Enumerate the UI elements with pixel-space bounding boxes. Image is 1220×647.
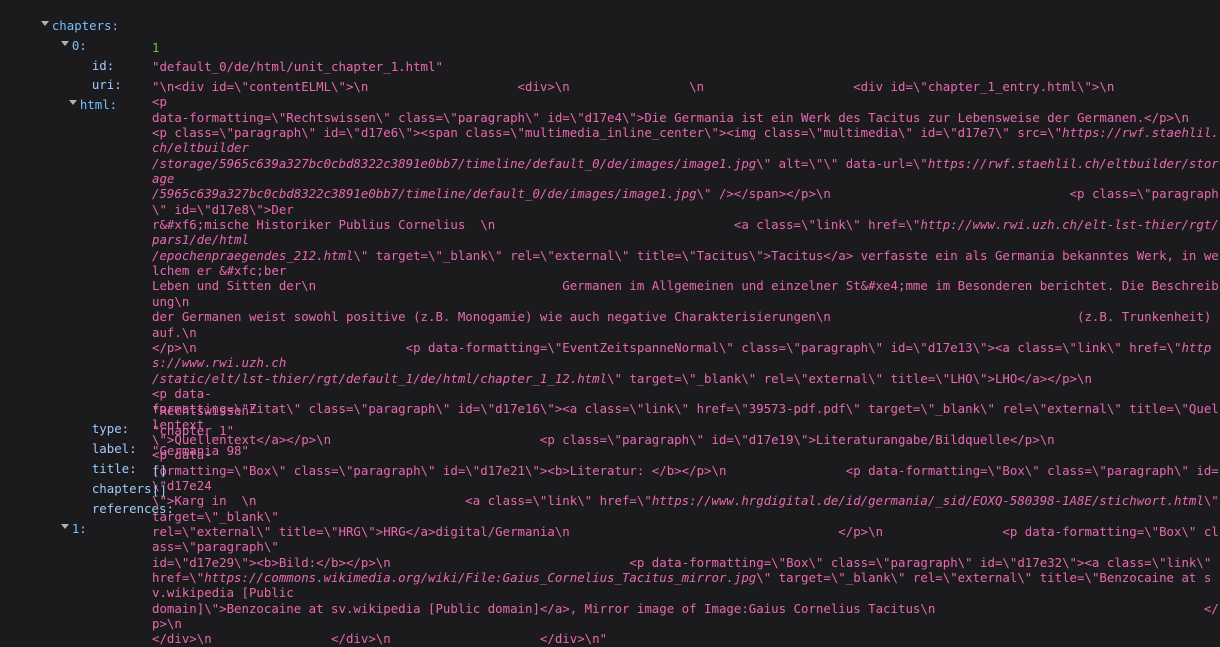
tree-key-html: html: bbox=[79, 97, 118, 113]
object-inspector[interactable]: chapters: 0: id: 1 uri: "default_0/de/ht… bbox=[0, 0, 1220, 646]
tree-row-index-1[interactable]: 1: bbox=[30, 503, 87, 552]
chevron-down-icon[interactable] bbox=[60, 518, 72, 533]
chevron-down-icon[interactable] bbox=[68, 94, 80, 109]
html-text-segment: \" target=\"_blank\" rel=\"external\" ti… bbox=[152, 370, 1219, 509]
tree-value-id: 1 bbox=[152, 40, 160, 55]
html-url-segment: https://commons.wikimedia.org/wiki/File:… bbox=[204, 570, 757, 585]
tree-value-chapters-empty: [] bbox=[152, 463, 167, 478]
html-text-segment: "\n<div id=\"contentELML\">\n <div>\n \n… bbox=[152, 79, 1189, 141]
tree-value-references: [] bbox=[152, 483, 167, 498]
html-url-segment: https://www.hrgdigital.de/id/germania/_s… bbox=[651, 493, 1204, 509]
tree-value-html: "\n<div id=\"contentELML\">\n <div>\n \n… bbox=[152, 79, 1220, 647]
tree-key-references: references: bbox=[91, 501, 174, 517]
tree-key-index-1: 1: bbox=[71, 521, 87, 537]
tree-row-html[interactable]: html: bbox=[38, 79, 117, 128]
tree-value-label: "chapter_1" bbox=[152, 423, 235, 438]
tree-value-title: "Germania 98" bbox=[152, 443, 249, 458]
html-text-segment: \" target=\"_blank\" rel=\"external\" ti… bbox=[152, 247, 1219, 355]
html-text-segment: \" alt=\"\" data-url=\" bbox=[756, 155, 928, 171]
tree-value-uri: "default_0/de/html/unit_chapter_1.html" bbox=[152, 59, 443, 74]
tree-value-type: "Rechtswissen" bbox=[152, 403, 257, 418]
